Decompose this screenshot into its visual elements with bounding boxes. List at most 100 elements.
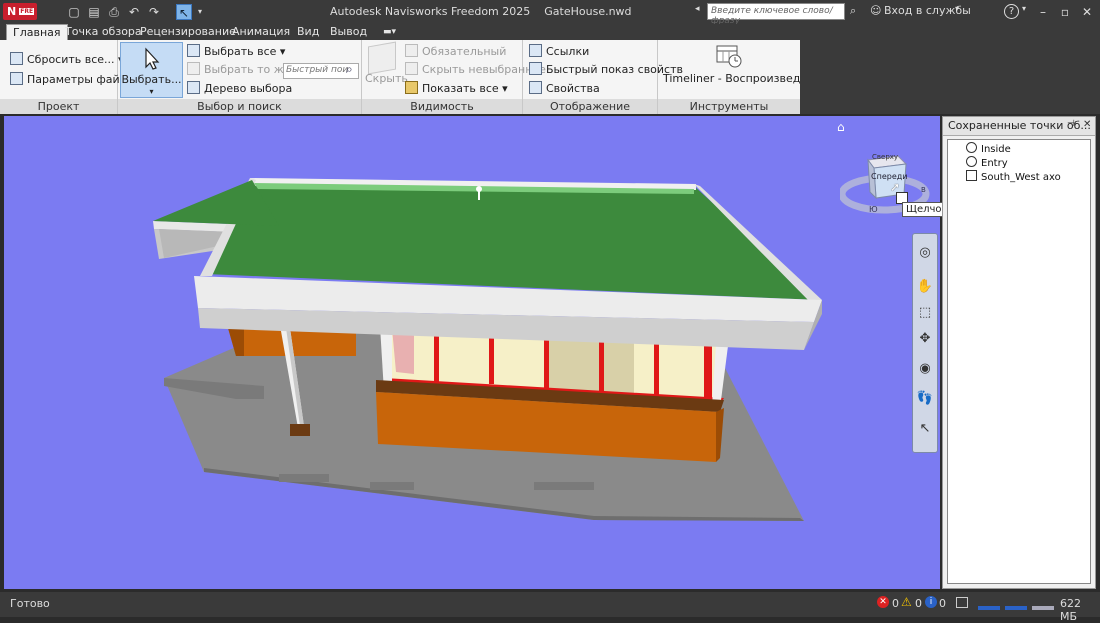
tab-output[interactable]: Вывод — [330, 24, 367, 40]
tab-review[interactable]: Рецензирование — [140, 24, 236, 40]
3d-viewport[interactable]: ⌂ Сверху Спереди Ю В ➚ — [4, 116, 940, 589]
ground-footing — [534, 482, 594, 490]
chevron-down-icon[interactable]: ▾ — [1022, 4, 1026, 13]
properties-button[interactable]: Свойства — [529, 80, 600, 98]
compass-east-label: В — [921, 186, 926, 194]
redo-icon[interactable]: ↷ — [146, 4, 162, 20]
viewpoint-perspective-icon — [966, 156, 977, 167]
panel-display: Ссылки Быстрый показ свойств Свойства От… — [523, 40, 683, 114]
panel-tools: Timeliner - Воспроизведение Инструменты — [658, 40, 828, 114]
user-icon[interactable]: ☺ — [870, 4, 881, 17]
tab-view[interactable]: Вид — [297, 24, 319, 40]
column-base — [290, 424, 310, 436]
require-button[interactable]: Обязательный — [405, 43, 506, 61]
panel-label: Проект — [0, 99, 117, 114]
zoom-window-icon[interactable]: ⬚ — [916, 304, 934, 322]
select-button[interactable]: Выбрать... ▾ — [120, 42, 183, 98]
pan-hand-icon[interactable]: ✋ — [916, 278, 934, 296]
ribbon-empty-area — [800, 40, 1100, 114]
search-toggle-icon[interactable]: ◂ — [695, 4, 700, 14]
timeliner-icon — [716, 45, 742, 68]
reset-all-button[interactable]: Сбросить все... ▾ — [10, 51, 124, 69]
status-text: Готово — [10, 597, 50, 610]
tab-animation[interactable]: Анимация — [232, 24, 290, 40]
window-mullion — [544, 335, 549, 389]
chevron-down-icon[interactable]: ▾ — [955, 4, 959, 13]
panel-project: Сбросить все... ▾ Параметры файла Проект — [0, 40, 133, 114]
error-count: 0 — [892, 597, 899, 610]
viewpoint-item-entry[interactable]: Entry — [952, 156, 1008, 170]
saved-viewpoints-panel: Сохраненные точки об... ⊣ ✕ Inside Entry… — [942, 116, 1096, 589]
orbit-icon[interactable]: ✥ — [916, 330, 934, 348]
disk-progress-icon — [1005, 596, 1027, 610]
viewcube-top-face[interactable]: Сверху — [872, 153, 898, 161]
ribbon-options-icon[interactable]: ▬▾ — [383, 24, 403, 40]
properties-icon — [529, 81, 542, 94]
viewpoint-tree: Inside Entry South_West axo — [947, 139, 1091, 584]
close-icon[interactable]: ✕ — [1083, 119, 1091, 130]
navigation-bar: ◎ ✋ ⬚ ✥ ◉ 👣 ↖ — [912, 233, 938, 453]
select-cursor-icon[interactable]: ↖ — [176, 4, 192, 20]
file-options-icon — [10, 72, 23, 85]
quick-find-icon[interactable]: ⌕ — [346, 62, 353, 77]
select-cursor-icon[interactable]: ↖ — [916, 420, 934, 438]
maximize-button[interactable]: ▫ — [1054, 2, 1076, 22]
title-bar: N FRE ▢ ▤ ⎙ ↶ ↷ ↖ ▾ Autodesk Navisworks F… — [0, 0, 1100, 26]
status-bar: Готово ✕ 0 ⚠ 0 i 0 622 МБ — [0, 592, 1100, 623]
panel-label: Выбор и поиск — [118, 99, 361, 114]
links-icon — [529, 44, 542, 57]
window-title: Autodesk Navisworks Freedom 2025 GateHou… — [330, 5, 632, 18]
unhide-all-button[interactable]: Показать все ▾ — [405, 80, 508, 98]
pencil-progress-icon — [978, 596, 1000, 610]
select-all-button[interactable]: Выбрать все ▾ — [187, 43, 285, 61]
ground-footing — [279, 474, 329, 482]
open-file-icon[interactable]: ▤ — [86, 4, 102, 20]
glazing-interior-shade — [544, 336, 634, 396]
walk-icon[interactable]: 👣 — [916, 390, 934, 408]
info-icon[interactable]: i — [925, 596, 937, 608]
ribbon-tabs: Главная Точка обзора Рецензирование Аним… — [0, 24, 1100, 40]
application-menu-button[interactable]: N FRE — [3, 3, 37, 20]
roof-vent-stem — [478, 190, 480, 200]
warning-icon[interactable]: ⚠ — [901, 595, 912, 609]
gatehouse-model[interactable] — [4, 116, 940, 589]
quick-properties-icon — [529, 62, 542, 75]
steeringwheel-icon[interactable]: ◎ — [916, 244, 934, 262]
viewpoint-item-south-west-axo[interactable]: South_West axo — [952, 170, 1061, 184]
minimize-button[interactable]: – — [1032, 2, 1054, 22]
web-server-progress-icon — [1032, 596, 1054, 610]
select-same-icon — [187, 62, 200, 75]
pin-icon[interactable]: ⊣ — [1067, 119, 1075, 129]
panel-label: Инструменты — [658, 99, 800, 114]
look-around-icon[interactable]: ◉ — [916, 360, 934, 378]
unhide-all-icon — [405, 81, 418, 94]
warning-count: 0 — [915, 597, 922, 610]
error-icon[interactable]: ✕ — [877, 596, 889, 608]
file-options-button[interactable]: Параметры файла — [10, 71, 133, 89]
binoculars-icon[interactable]: ⌕ — [850, 4, 856, 18]
window-mullion — [654, 342, 659, 398]
viewpoint-orthographic-icon — [966, 170, 977, 181]
tab-viewpoint[interactable]: Точка обзора — [65, 24, 142, 40]
undo-icon[interactable]: ↶ — [126, 4, 142, 20]
new-file-icon[interactable]: ▢ — [66, 4, 82, 20]
info-count: 0 — [939, 597, 946, 610]
home-icon[interactable]: ⌂ — [837, 120, 845, 134]
search-input[interactable]: Введите ключевое слово/фразу — [707, 3, 845, 26]
select-all-icon — [187, 44, 200, 57]
print-icon[interactable]: ⎙ — [106, 4, 122, 20]
panel-label: Видимость — [362, 99, 522, 114]
quick-access-toolbar: ▢ ▤ ⎙ ↶ ↷ ↖ ▾ — [66, 3, 204, 21]
close-button[interactable]: ✕ — [1076, 2, 1098, 22]
help-icon[interactable]: ? — [1004, 4, 1019, 19]
sheet-browser-icon[interactable] — [956, 597, 968, 608]
tab-home[interactable]: Главная — [6, 24, 68, 40]
window-mullion — [489, 332, 494, 384]
hide-button[interactable]: Скрыть — [365, 70, 408, 88]
ground-footing — [370, 482, 414, 490]
links-button[interactable]: Ссылки — [529, 43, 589, 61]
viewpoint-item-inside[interactable]: Inside — [952, 142, 1011, 156]
chevron-down-icon[interactable]: ▾ — [196, 4, 204, 20]
selection-tree-button[interactable]: Дерево выбора — [187, 80, 292, 98]
memory-usage: 622 МБ — [1060, 597, 1081, 623]
